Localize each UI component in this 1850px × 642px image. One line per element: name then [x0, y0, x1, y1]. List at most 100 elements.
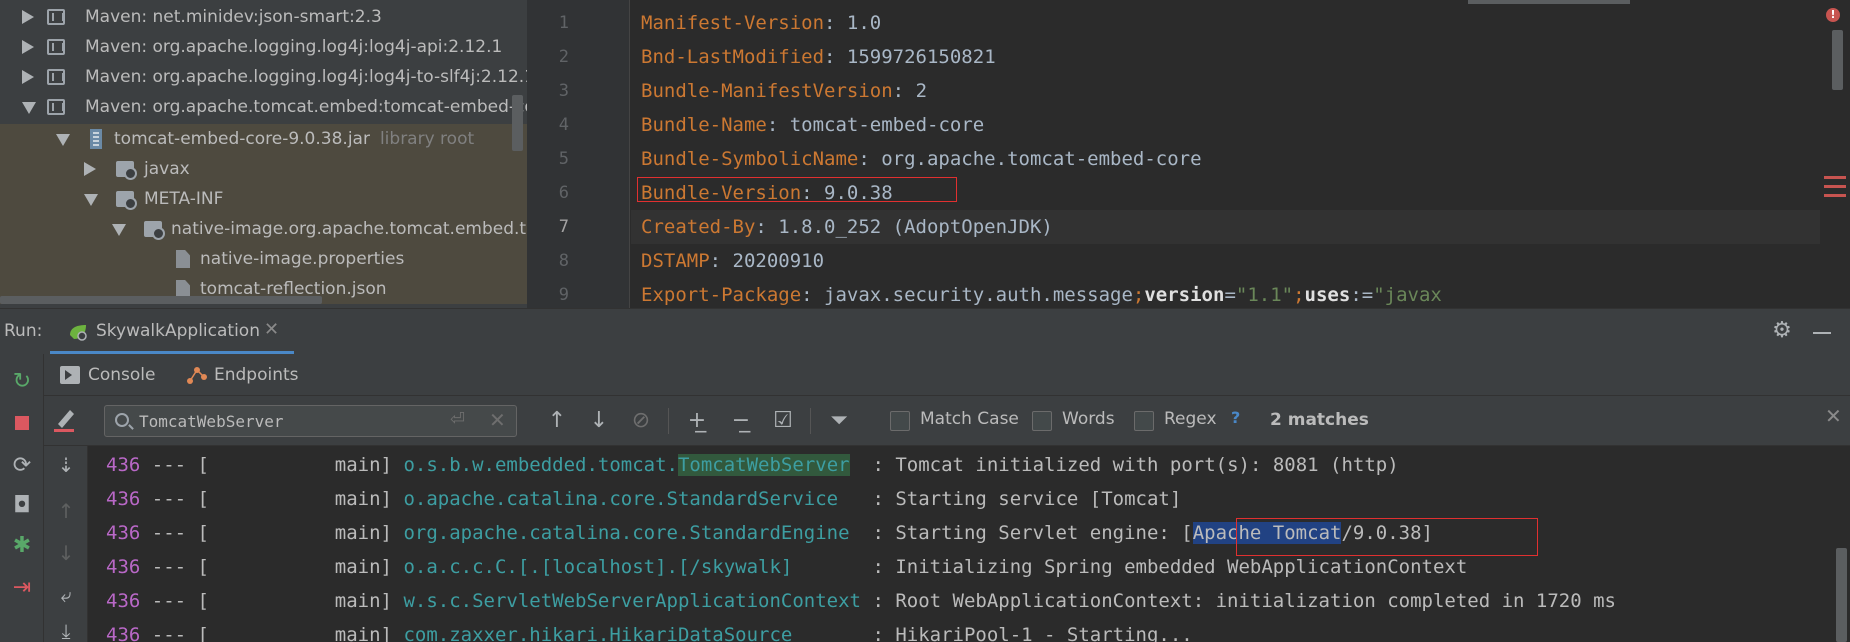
- console-vertical-scrollbar[interactable]: [1836, 548, 1847, 642]
- expand-arrow-icon[interactable]: [22, 10, 34, 24]
- previous-match-icon[interactable]: ↑: [544, 408, 570, 434]
- line-number: 7: [558, 217, 569, 237]
- log-line[interactable]: 436 --- [ main] w.s.c.ServletWebServerAp…: [106, 584, 1616, 618]
- tomcat-version-annotation-box: [1236, 518, 1538, 556]
- library-icon: [47, 99, 65, 115]
- collapse-arrow-icon[interactable]: [84, 194, 98, 206]
- manifest-editor[interactable]: 1 2 3 4 5 6 7 8 9 Manifest-Version: 1.0 …: [527, 0, 1850, 308]
- project-tree: Maven: net.minidev:json-smart:2.3 Maven:…: [0, 0, 527, 308]
- tree-item-log4j-api[interactable]: Maven: org.apache.logging.log4j:log4j-ap…: [0, 32, 527, 62]
- tab-endpoints[interactable]: Endpoints: [214, 354, 299, 396]
- scroll-to-end-icon[interactable]: ⤓: [51, 616, 81, 642]
- line-number: 1: [558, 13, 569, 33]
- collapse-arrow-icon[interactable]: [56, 134, 70, 146]
- expand-arrow-icon[interactable]: [22, 70, 34, 84]
- regex-label[interactable]: Regex: [1164, 409, 1217, 429]
- code-line[interactable]: Bnd-LastModified: 1599726150821: [641, 40, 1820, 74]
- console-subtabs: Console Endpoints: [44, 354, 1850, 396]
- match-case-checkbox[interactable]: [890, 411, 910, 431]
- code-line[interactable]: Manifest-Version: 1.0: [641, 6, 1820, 40]
- code-line[interactable]: Bundle-ManifestVersion: 2: [641, 74, 1820, 108]
- log-line[interactable]: 436 --- [ main] com.zaxxer.hikari.Hikari…: [106, 618, 1193, 642]
- log-line[interactable]: 436 --- [ main] o.apache.catalina.core.S…: [106, 482, 1181, 516]
- tree-item-label: native-image.org.apache.tomcat.embed.tom…: [171, 219, 527, 239]
- error-stripe-mark[interactable]: [1824, 185, 1846, 188]
- code-line-current[interactable]: Created-By: 1.8.0_252 (AdoptOpenJDK): [631, 210, 1820, 244]
- next-match-icon[interactable]: ↓: [586, 408, 612, 434]
- soft-wrap-icon[interactable]: ⤶: [51, 580, 81, 610]
- library-icon: [47, 9, 65, 25]
- tree-item-native-image-properties[interactable]: native-image.properties: [0, 244, 527, 274]
- tree-item-tomcat-embed-core[interactable]: Maven: org.apache.tomcat.embed:tomcat-em…: [0, 92, 527, 122]
- sort-down-icon[interactable]: ⇣: [51, 450, 81, 480]
- package-icon: [116, 161, 137, 180]
- tree-vertical-scrollbar[interactable]: [512, 95, 523, 151]
- find-all-icon[interactable]: ⊘: [628, 408, 654, 434]
- search-field[interactable]: ⏎ ✕: [104, 405, 517, 437]
- log-line[interactable]: 436 --- [ main] org.apache.catalina.core…: [106, 516, 1433, 550]
- tree-item-meta-inf[interactable]: META-INF: [0, 184, 527, 214]
- run-side-toolbar: ↻ ⟳ ◘ ✱ ⇥: [0, 354, 44, 642]
- code-line[interactable]: Bundle-Name: tomcat-embed-core: [641, 108, 1820, 142]
- expand-arrow-icon[interactable]: [22, 40, 34, 54]
- words-label[interactable]: Words: [1062, 409, 1115, 429]
- tree-item-json-smart[interactable]: Maven: net.minidev:json-smart:2.3: [0, 2, 527, 32]
- words-checkbox[interactable]: [1032, 411, 1052, 431]
- close-icon[interactable]: ✕: [264, 319, 279, 340]
- remove-occurrence-icon[interactable]: −̲: [726, 408, 756, 434]
- select-all-occurrences-icon[interactable]: ☑: [768, 408, 798, 434]
- arrow-down-icon[interactable]: ↓: [51, 538, 81, 568]
- tab-console[interactable]: Console: [88, 354, 156, 396]
- regex-checkbox[interactable]: [1134, 411, 1154, 431]
- regex-help-icon[interactable]: ?: [1231, 408, 1240, 427]
- error-stripe-mark[interactable]: [1824, 176, 1846, 179]
- spring-boot-icon: [70, 325, 87, 341]
- editor-vertical-scrollbar[interactable]: [1832, 30, 1843, 90]
- run-tool-window-header: Run: SkywalkApplication ✕ ⚙: [0, 308, 1850, 355]
- add-occurrence-icon[interactable]: +̲: [682, 408, 712, 434]
- rerun-icon[interactable]: ↻: [7, 366, 37, 396]
- tree-item-log4j-to-slf4j[interactable]: Maven: org.apache.logging.log4j:log4j-to…: [0, 62, 527, 92]
- tree-item-label: javax: [144, 159, 190, 179]
- error-indicator-icon[interactable]: !: [1826, 8, 1840, 22]
- camera-icon[interactable]: ◘: [7, 490, 37, 520]
- debug-bug-icon[interactable]: ✱: [7, 530, 37, 560]
- line-number: 5: [558, 149, 569, 169]
- code-line[interactable]: DSTAMP: 20200910: [641, 244, 1820, 278]
- library-icon: [47, 39, 65, 55]
- code-line[interactable]: Export-Package: javax.security.auth.mess…: [641, 278, 1820, 308]
- match-case-label[interactable]: Match Case: [920, 409, 1019, 429]
- bundle-version-annotation-box: [637, 177, 957, 202]
- code-line[interactable]: Bundle-SymbolicName: org.apache.tomcat-e…: [641, 142, 1820, 176]
- clear-search-icon[interactable]: ✕: [489, 408, 506, 432]
- search-input[interactable]: [139, 408, 439, 434]
- console-output[interactable]: 436 --- [ main] o.s.b.w.embedded.tomcat.…: [88, 446, 1850, 642]
- tree-item-label: native-image.properties: [200, 249, 405, 269]
- filter-icon[interactable]: ⏷: [824, 408, 854, 434]
- clear-all-icon[interactable]: [52, 406, 78, 434]
- collapse-arrow-icon[interactable]: [112, 224, 126, 236]
- expand-arrow-icon[interactable]: [84, 162, 96, 176]
- tab-skywalk-application[interactable]: SkywalkApplication ✕: [50, 309, 294, 355]
- tree-item-tomcat-embed-core-jar[interactable]: tomcat-embed-core-9.0.38.jar library root: [0, 124, 527, 154]
- line-number: 6: [558, 183, 569, 203]
- tree-horizontal-scrollbar[interactable]: [0, 296, 322, 304]
- error-stripe-mark[interactable]: [1824, 194, 1846, 197]
- tree-item-label: Maven: net.minidev:json-smart:2.3: [85, 7, 382, 27]
- arrow-up-icon[interactable]: ↑: [51, 496, 81, 526]
- run-label: Run:: [4, 321, 43, 341]
- stop-icon[interactable]: [7, 408, 37, 438]
- search-icon: [115, 413, 129, 427]
- log-line[interactable]: 436 --- [ main] o.s.b.w.embedded.tomcat.…: [106, 448, 1399, 482]
- collapse-arrow-icon[interactable]: [22, 102, 36, 114]
- minimize-icon[interactable]: [1813, 332, 1831, 334]
- line-number: 4: [558, 115, 569, 135]
- editor-horizontal-scrollbar[interactable]: [1468, 0, 1630, 4]
- restart-icon[interactable]: ⟳: [7, 450, 37, 480]
- close-icon[interactable]: ✕: [1825, 404, 1842, 428]
- newline-icon[interactable]: ⏎: [450, 409, 465, 430]
- gear-icon[interactable]: ⚙: [1770, 319, 1794, 343]
- tree-item-native-image-package[interactable]: native-image.org.apache.tomcat.embed.tom…: [0, 214, 527, 244]
- tree-item-javax[interactable]: javax: [0, 154, 527, 184]
- exit-icon[interactable]: ⇥: [7, 572, 37, 602]
